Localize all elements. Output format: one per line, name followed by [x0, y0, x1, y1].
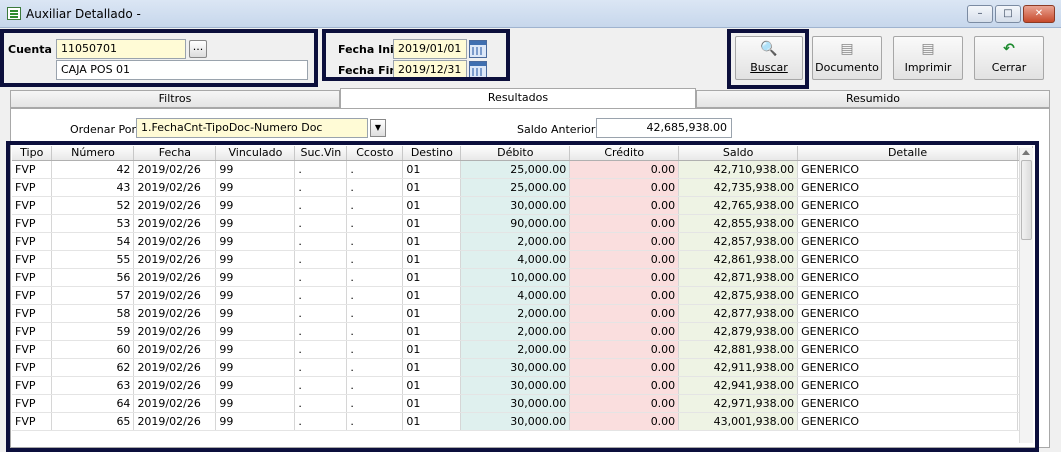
- fecha-highlight-frame: [322, 29, 510, 81]
- ordenar-por-label: Ordenar Por :: [70, 123, 144, 136]
- cuenta-highlight-frame: [0, 29, 318, 87]
- minimize-button[interactable]: –: [967, 5, 993, 23]
- documento-button[interactable]: ▤ Documento: [812, 36, 882, 80]
- tab-resumido[interactable]: Resumido: [696, 90, 1050, 108]
- printer-icon: ▤: [921, 41, 935, 57]
- spreadsheet-app-icon: [7, 7, 21, 20]
- chevron-down-icon[interactable]: ▼: [370, 119, 386, 137]
- close-window-button[interactable]: ✕: [1023, 5, 1055, 23]
- saldo-anterior-value: 42,685,938.00: [596, 118, 732, 138]
- tab-strip: Filtros Resultados Resumido: [10, 88, 1050, 109]
- imprimir-button[interactable]: ▤ Imprimir: [893, 36, 963, 80]
- grid-highlight-frame: [6, 141, 1039, 452]
- tab-resultados[interactable]: Resultados: [340, 88, 696, 109]
- title-bar: Auxiliar Detallado - – □ ✕: [0, 0, 1061, 28]
- buscar-highlight-frame: [727, 29, 809, 89]
- cerrar-button[interactable]: ↶ Cerrar: [974, 36, 1044, 80]
- document-icon: ▤: [840, 41, 854, 57]
- undo-arrow-icon: ↶: [1003, 41, 1015, 57]
- window-title: Auxiliar Detallado -: [26, 7, 141, 21]
- ordenar-por-select[interactable]: 1.FechaCnt-TipoDoc-Numero Doc: [136, 118, 368, 138]
- saldo-anterior-label: Saldo Anterior: [517, 123, 596, 136]
- tab-filtros[interactable]: Filtros: [10, 90, 340, 108]
- maximize-button[interactable]: □: [995, 5, 1021, 23]
